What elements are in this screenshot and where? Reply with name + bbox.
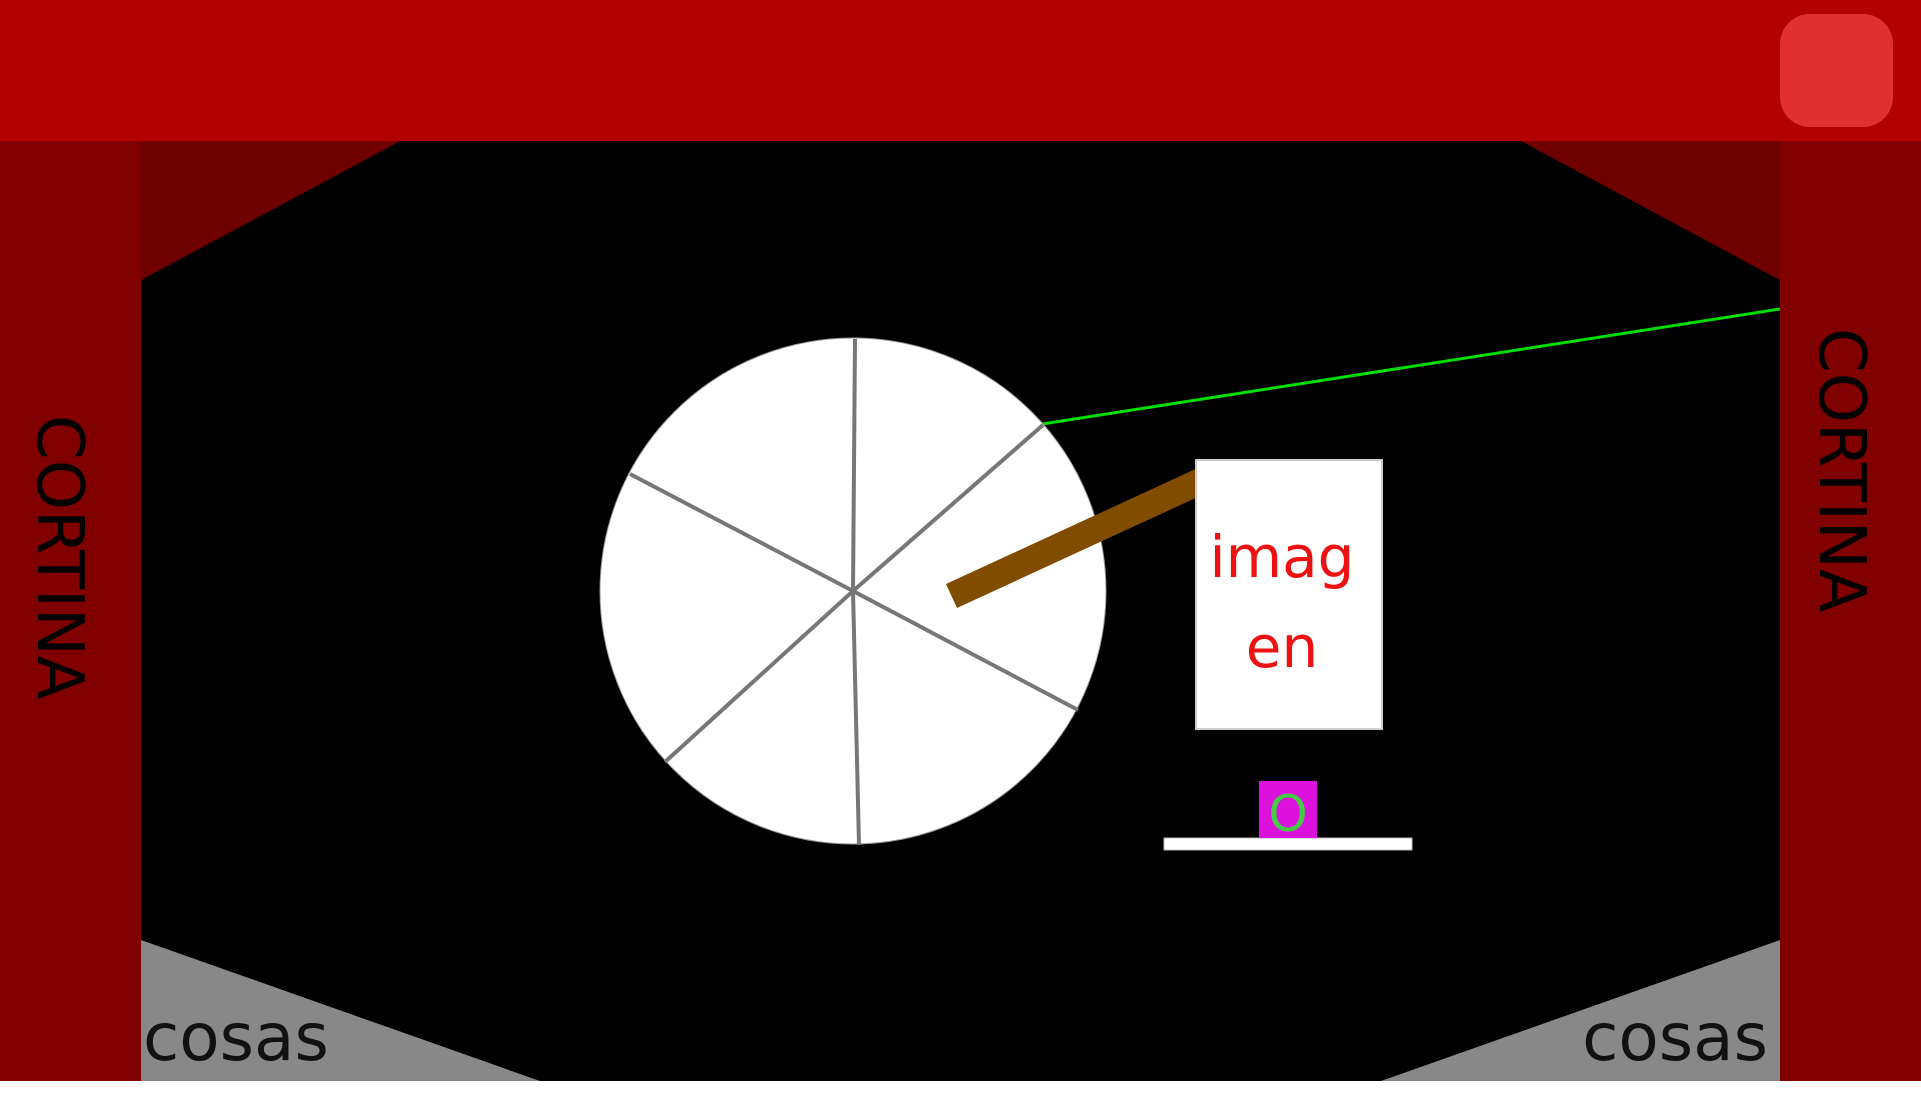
menu-button[interactable] <box>1780 14 1893 127</box>
right-floor-label: cosas <box>1582 999 1768 1076</box>
bottom-edge <box>0 1081 1921 1094</box>
left-curtain-label: CORTINA <box>22 415 96 700</box>
game-stage: CORTINA CORTINA cosas cosas imag en O <box>0 0 1921 1094</box>
right-curtain-label: CORTINA <box>1804 328 1878 613</box>
image-card[interactable] <box>1195 459 1383 730</box>
left-floor-label: cosas <box>143 999 329 1076</box>
stage-scene: CORTINA CORTINA cosas cosas imag en O <box>0 0 1921 1094</box>
wheel-spoke <box>851 338 857 592</box>
image-card-line1: imag <box>1210 523 1355 591</box>
token-label: O <box>1268 785 1307 843</box>
image-card-line2: en <box>1246 613 1318 681</box>
top-bar <box>0 0 1921 141</box>
spinning-wheel[interactable] <box>599 337 1107 846</box>
